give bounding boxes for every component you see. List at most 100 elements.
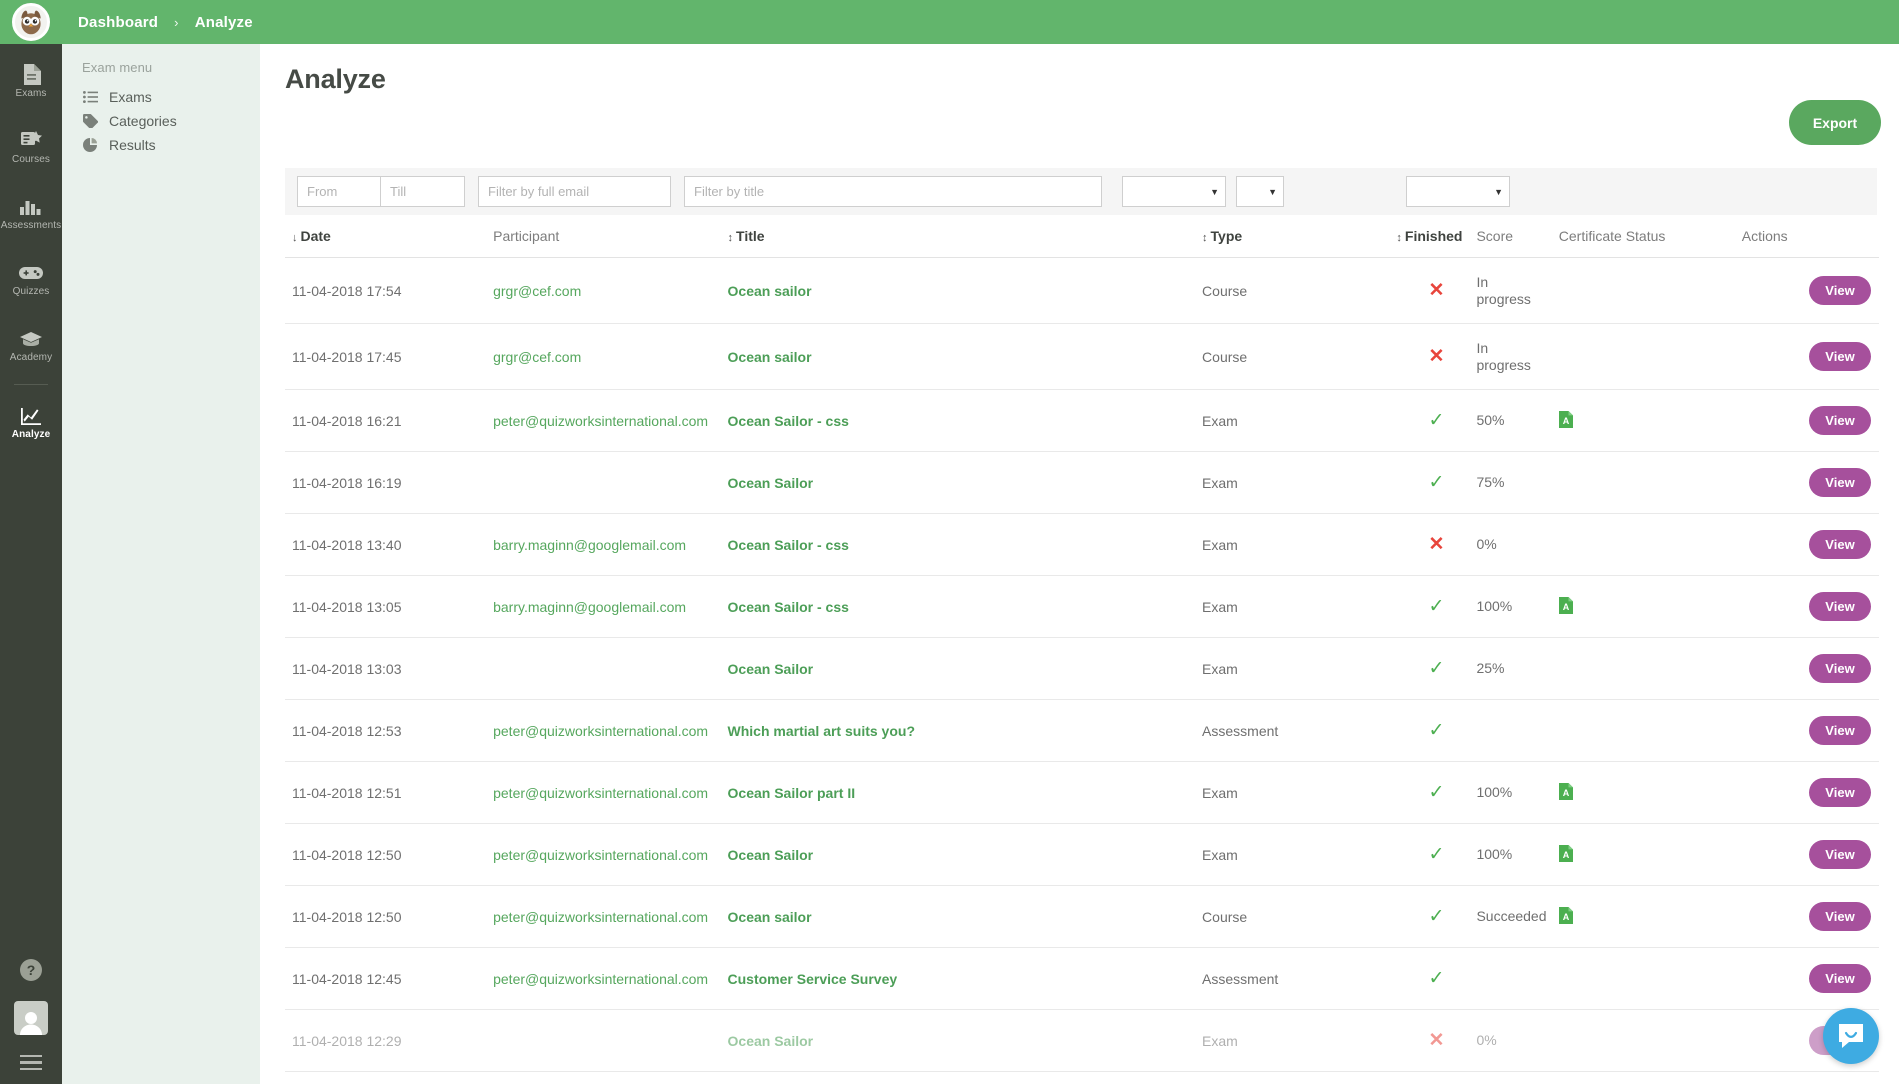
view-button[interactable]: View (1809, 654, 1871, 684)
cell-actions[interactable]: View (1741, 947, 1879, 1011)
cell-title[interactable]: Ocean Sailor (727, 1009, 1203, 1073)
cell-actions[interactable]: View (1741, 389, 1879, 453)
cell-title[interactable]: Ocean sailor (727, 257, 1203, 325)
view-button[interactable]: View (1809, 406, 1871, 436)
type-filter-select[interactable] (1122, 176, 1226, 207)
certificate-pdf-icon[interactable]: A (1558, 782, 1573, 803)
date-till-input[interactable] (381, 176, 465, 207)
logo-cell[interactable] (0, 0, 62, 44)
title-link[interactable]: Ocean Sailor - css (728, 537, 849, 553)
title-link[interactable]: Which martial art suits you? (728, 723, 915, 739)
hamburger-menu-icon[interactable] (20, 1054, 42, 1070)
breadcrumb-analyze[interactable]: Analyze (195, 14, 253, 31)
participant-link[interactable]: barry.maginn@googlemail.com (493, 599, 686, 615)
view-button[interactable]: View (1809, 530, 1871, 560)
cell-actions[interactable]: View (1741, 575, 1879, 639)
cell-actions[interactable]: View (1741, 451, 1879, 515)
sidebar-item-exams[interactable]: Exams (0, 52, 62, 110)
cell-actions[interactable]: View (1741, 323, 1879, 391)
cell-title[interactable]: Customer Service Survey (727, 947, 1203, 1011)
certificate-pdf-icon[interactable]: A (1558, 906, 1573, 927)
cell-title[interactable]: Ocean Sailor (727, 823, 1203, 887)
cell-certificate-status[interactable]: A (1558, 575, 1742, 639)
participant-link[interactable]: barry.maginn@googlemail.com (493, 537, 686, 553)
cell-participant[interactable]: peter@quizworksinternational.com (493, 885, 728, 949)
title-link[interactable]: Ocean Sailor (728, 847, 814, 863)
submenu-item-categories[interactable]: Categories (82, 109, 260, 133)
cell-participant[interactable]: barry.maginn@googlemail.com (493, 575, 728, 639)
cell-title[interactable]: Ocean Sailor (727, 451, 1203, 515)
view-button[interactable]: View (1809, 342, 1871, 372)
sidebar-item-assessments[interactable]: Assessments (0, 184, 62, 242)
view-button[interactable]: View (1809, 592, 1871, 622)
participant-link[interactable]: peter@quizworksinternational.com (493, 413, 708, 429)
title-link[interactable]: Ocean Sailor (728, 1033, 814, 1049)
view-button[interactable]: View (1809, 276, 1871, 306)
title-link[interactable]: Ocean Sailor (728, 475, 814, 491)
export-button[interactable]: Export (1789, 100, 1881, 145)
participant-link[interactable]: peter@quizworksinternational.com (493, 909, 708, 925)
cell-certificate-status[interactable]: A (1558, 885, 1742, 949)
title-link[interactable]: Ocean sailor (728, 349, 812, 365)
cell-actions[interactable]: View (1741, 257, 1879, 325)
cell-title[interactable]: Which martial art suits you? (727, 699, 1203, 763)
title-filter-input[interactable] (684, 176, 1102, 207)
submenu-item-results[interactable]: Results (82, 133, 260, 157)
view-button[interactable]: View (1809, 964, 1871, 994)
cell-participant[interactable]: barry.maginn@googlemail.com (493, 513, 728, 577)
breadcrumb-dashboard[interactable]: Dashboard (78, 14, 158, 31)
cell-participant[interactable]: peter@quizworksinternational.com (493, 699, 728, 763)
title-link[interactable]: Ocean sailor (728, 909, 812, 925)
cell-participant[interactable]: grgr@cef.com (493, 323, 728, 391)
cell-participant[interactable]: peter@quizworksinternational.com (493, 823, 728, 887)
cell-actions[interactable]: View (1741, 885, 1879, 949)
column-header-title[interactable]: ↕ Title (727, 215, 1203, 258)
view-button[interactable]: View (1809, 902, 1871, 932)
participant-link[interactable]: peter@quizworksinternational.com (493, 847, 708, 863)
certificate-filter-select[interactable] (1406, 176, 1510, 207)
certificate-pdf-icon[interactable]: A (1558, 410, 1573, 431)
participant-link[interactable]: peter@quizworksinternational.com (493, 785, 708, 801)
participant-link[interactable]: grgr@cef.com (493, 283, 581, 299)
column-header-date[interactable]: ↓ Date (285, 215, 494, 258)
participant-link[interactable]: peter@quizworksinternational.com (493, 723, 708, 739)
title-link[interactable]: Ocean Sailor (728, 661, 814, 677)
cell-title[interactable]: Ocean Sailor - css (727, 513, 1203, 577)
cell-title[interactable]: Ocean sailor (727, 323, 1203, 391)
cell-title[interactable]: Ocean Sailor part II (727, 761, 1203, 825)
view-button[interactable]: View (1809, 840, 1871, 870)
title-link[interactable]: Ocean Sailor - css (728, 599, 849, 615)
cell-actions[interactable]: View (1741, 637, 1879, 701)
date-from-input[interactable] (297, 176, 381, 207)
cell-certificate-status[interactable]: A (1558, 761, 1742, 825)
column-header-finished[interactable]: ↕ Finished (1396, 215, 1477, 258)
title-link[interactable]: Ocean Sailor part II (728, 785, 856, 801)
cell-actions[interactable]: View (1741, 823, 1879, 887)
participant-link[interactable]: peter@quizworksinternational.com (493, 971, 708, 987)
sidebar-item-analyze[interactable]: Analyze (0, 393, 62, 451)
cell-certificate-status[interactable]: A (1558, 389, 1742, 453)
view-button[interactable]: View (1809, 716, 1871, 746)
sidebar-item-quizzes[interactable]: Quizzes (0, 250, 62, 308)
email-filter-input[interactable] (478, 176, 671, 207)
view-button[interactable]: View (1809, 778, 1871, 808)
cell-title[interactable]: Ocean Sailor (727, 637, 1203, 701)
help-icon[interactable]: ? (20, 958, 42, 981)
cell-title[interactable]: Ocean Sailor - css (727, 389, 1203, 453)
participant-link[interactable]: grgr@cef.com (493, 349, 581, 365)
cell-title[interactable]: Ocean sailor (727, 885, 1203, 949)
certificate-pdf-icon[interactable]: A (1558, 596, 1573, 617)
cell-actions[interactable]: View (1741, 761, 1879, 825)
column-header-participant[interactable]: Participant (493, 215, 728, 258)
sidebar-item-courses[interactable]: Courses (0, 118, 62, 176)
submenu-item-exams[interactable]: Exams (82, 85, 260, 109)
cell-participant[interactable]: grgr@cef.com (493, 257, 728, 325)
sidebar-item-academy[interactable]: Academy (0, 316, 62, 374)
intercom-chat-launcher[interactable] (1823, 1008, 1879, 1064)
title-link[interactable]: Customer Service Survey (728, 971, 898, 987)
title-link[interactable]: Ocean sailor (728, 283, 812, 299)
cell-actions[interactable]: View (1741, 513, 1879, 577)
cell-participant[interactable]: peter@quizworksinternational.com (493, 389, 728, 453)
cell-actions[interactable]: View (1741, 699, 1879, 763)
certificate-pdf-icon[interactable]: A (1558, 844, 1573, 865)
